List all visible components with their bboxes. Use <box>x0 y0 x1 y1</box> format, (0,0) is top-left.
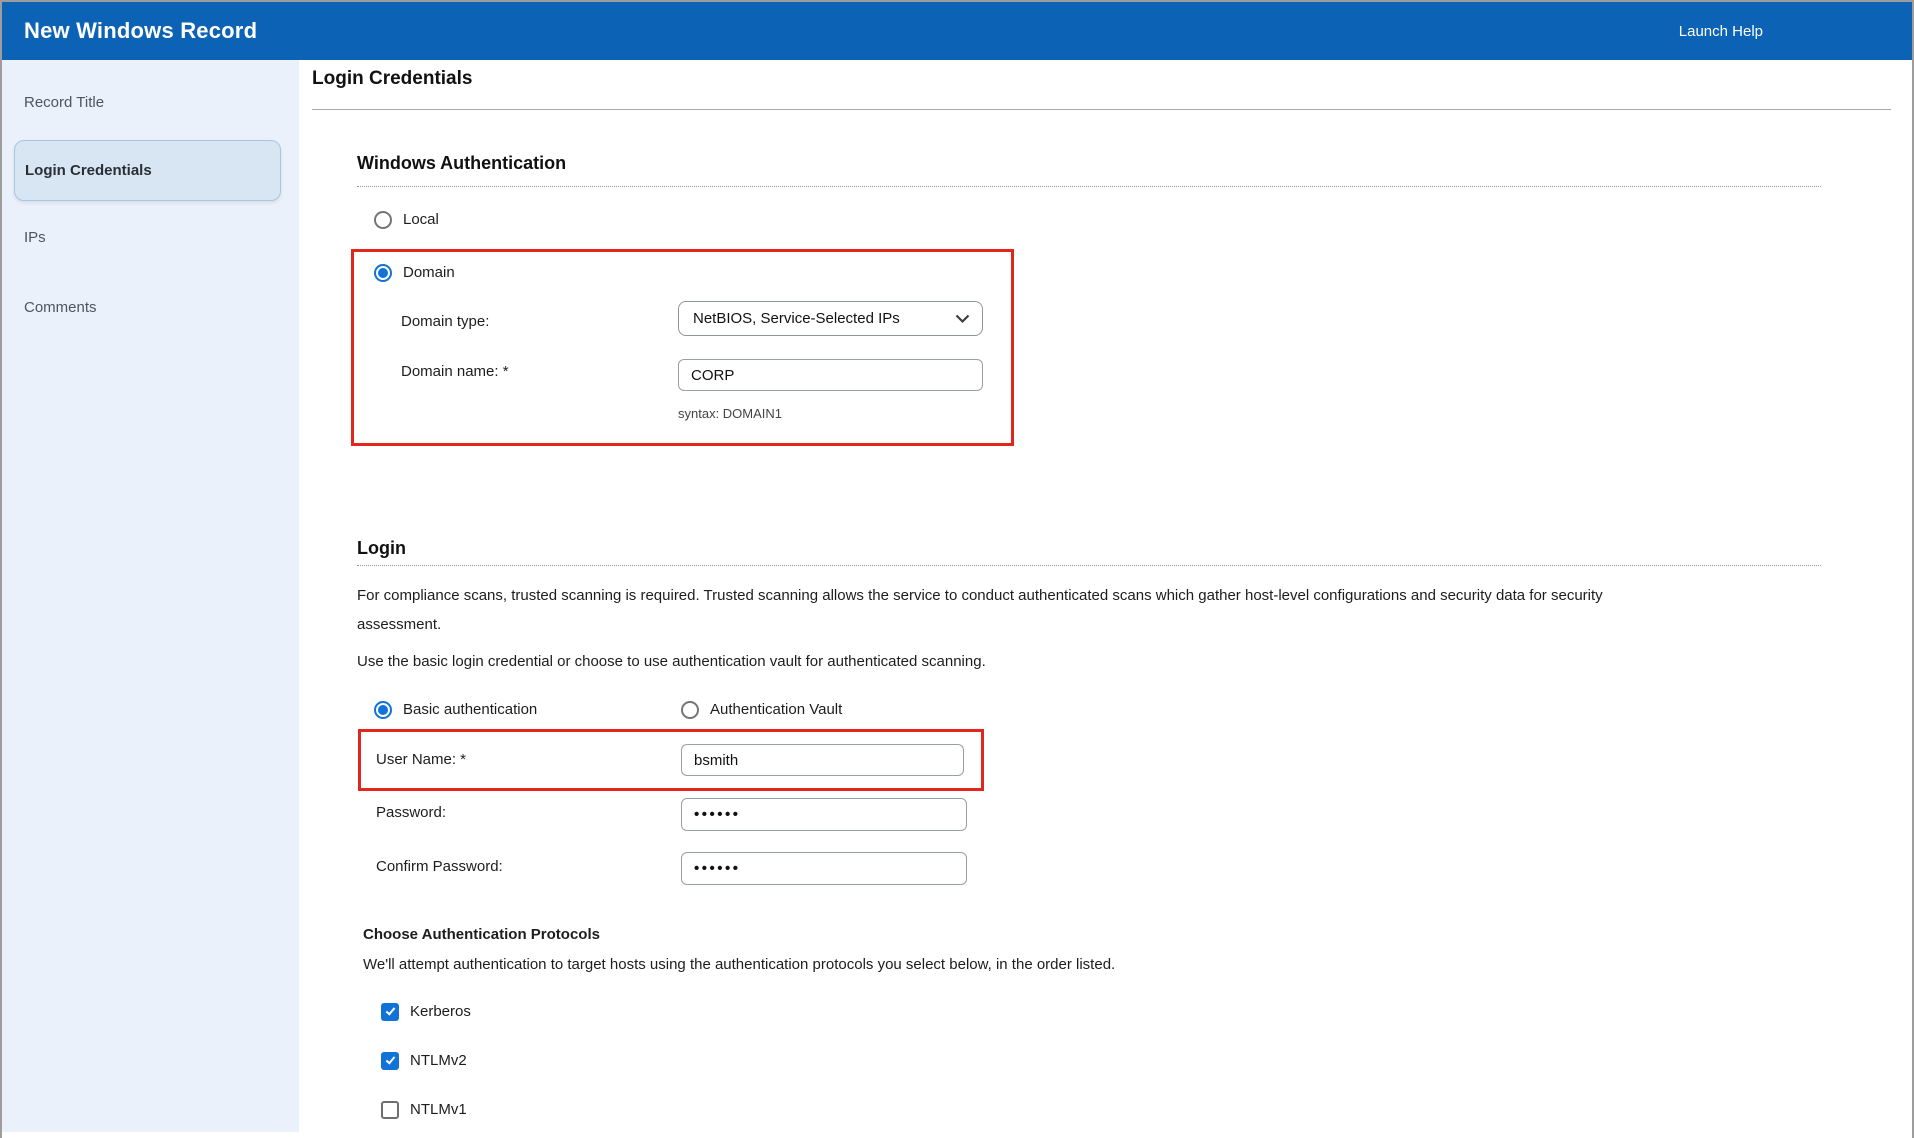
username-annotation-box: User Name: * <box>358 729 984 791</box>
username-label: User Name: * <box>376 748 466 772</box>
domain-type-selected-value: NetBIOS, Service-Selected IPs <box>693 310 900 327</box>
sidebar: Record Title Login Credentials IPs Comme… <box>2 60 299 1132</box>
username-input[interactable] <box>681 744 964 776</box>
ntlmv1-checkbox[interactable] <box>381 1101 399 1119</box>
kerberos-checkbox[interactable] <box>381 1003 399 1021</box>
domain-type-label: Domain type: <box>401 310 489 334</box>
radio-dot-icon <box>378 705 388 715</box>
protocols-heading: Choose Authentication Protocols <box>363 923 600 947</box>
kerberos-checkbox-row: Kerberos <box>381 1000 471 1024</box>
header-bar: New Windows Record Launch Help <box>2 2 1912 60</box>
chevron-down-icon <box>955 314 970 324</box>
auth-vault-radio-label: Authentication Vault <box>710 698 842 722</box>
domain-radio-row: Domain <box>374 261 455 285</box>
page-title-divider <box>312 109 1891 110</box>
local-radio-row: Local <box>374 208 439 232</box>
basic-auth-radio[interactable] <box>374 701 392 719</box>
domain-name-input[interactable] <box>678 359 983 391</box>
auth-vault-radio[interactable] <box>681 701 699 719</box>
login-description-1: For compliance scans, trusted scanning i… <box>357 581 1672 639</box>
check-icon <box>385 1054 395 1064</box>
ntlmv2-checkbox[interactable] <box>381 1052 399 1070</box>
password-input[interactable] <box>681 798 967 831</box>
local-radio[interactable] <box>374 211 392 229</box>
kerberos-label: Kerberos <box>410 1000 471 1024</box>
ntlmv1-label: NTLMv1 <box>410 1098 467 1122</box>
confirm-password-label: Confirm Password: <box>376 855 503 879</box>
launch-help-link[interactable]: Launch Help <box>1679 2 1763 60</box>
ntlmv2-label: NTLMv2 <box>410 1049 467 1073</box>
password-label: Password: <box>376 801 446 825</box>
basic-auth-radio-row: Basic authentication <box>374 698 537 722</box>
login-heading: Login <box>357 536 406 560</box>
new-windows-record-window: New Windows Record Launch Help Record Ti… <box>0 0 1914 1138</box>
sidebar-item-ips[interactable]: IPs <box>24 225 46 251</box>
auth-vault-radio-row: Authentication Vault <box>681 698 842 722</box>
domain-type-select[interactable]: NetBIOS, Service-Selected IPs <box>678 301 983 336</box>
domain-radio-label: Domain <box>403 261 455 285</box>
windows-auth-heading: Windows Authentication <box>357 151 566 175</box>
ntlmv1-checkbox-row: NTLMv1 <box>381 1098 467 1122</box>
sidebar-item-label: Login Credentials <box>25 162 152 179</box>
window-title: New Windows Record <box>24 18 257 44</box>
domain-annotation-box: Domain Domain type: NetBIOS, Service-Sel… <box>351 249 1014 446</box>
sidebar-item-record-title[interactable]: Record Title <box>24 90 104 116</box>
protocols-description: We'll attempt authentication to target h… <box>363 953 1115 977</box>
domain-name-label: Domain name: * <box>401 360 509 384</box>
confirm-password-input[interactable] <box>681 852 967 885</box>
sidebar-item-comments[interactable]: Comments <box>24 295 97 321</box>
windows-auth-divider <box>357 186 1821 187</box>
ntlmv2-checkbox-row: NTLMv2 <box>381 1049 467 1073</box>
login-description-2: Use the basic login credential or choose… <box>357 647 1672 676</box>
login-divider <box>357 565 1821 566</box>
domain-radio[interactable] <box>374 264 392 282</box>
local-radio-label: Local <box>403 208 439 232</box>
sidebar-item-login-credentials[interactable]: Login Credentials <box>14 140 281 201</box>
domain-name-hint: syntax: DOMAIN1 <box>678 405 782 423</box>
check-icon <box>385 1005 395 1015</box>
radio-dot-icon <box>378 268 388 278</box>
page-title: Login Credentials <box>312 66 472 92</box>
basic-auth-radio-label: Basic authentication <box>403 698 537 722</box>
